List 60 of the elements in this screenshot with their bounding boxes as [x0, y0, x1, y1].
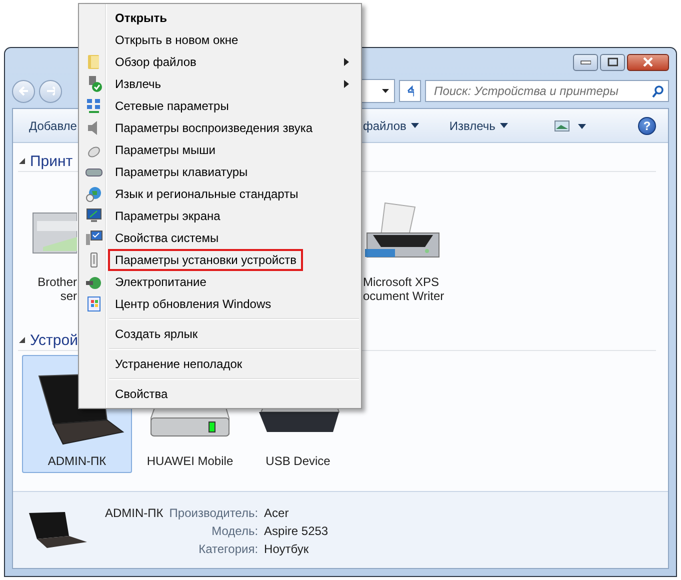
- property-value: Ноутбук: [264, 542, 310, 556]
- maximize-button[interactable]: [600, 54, 625, 70]
- device-label: ser: [60, 289, 77, 303]
- help-button[interactable]: ?: [638, 116, 656, 134]
- menu-item[interactable]: Свойства системы: [81, 227, 359, 249]
- back-button[interactable]: [12, 80, 35, 102]
- menu-item[interactable]: Открыть в новом окне: [81, 29, 359, 51]
- menu-item[interactable]: Извлечь: [81, 73, 359, 95]
- forward-arrow-icon: [46, 86, 55, 96]
- menu-item[interactable]: Язык и региональные стандарты: [81, 183, 359, 205]
- device-label: ADMIN-ПК: [48, 454, 106, 468]
- device-label: HUAWEI Mobile: [146, 454, 234, 468]
- maximize-icon: [607, 57, 618, 67]
- view-options-button[interactable]: [554, 120, 588, 132]
- toolbar-button[interactable]: Извлечь: [449, 118, 508, 132]
- property-label: Производитель:: [169, 506, 258, 520]
- forward-button[interactable]: [39, 80, 62, 102]
- property-label: Модель:: [210, 524, 258, 538]
- monitor-icon: [85, 207, 103, 225]
- toolbar-button[interactable]: Добавле: [29, 118, 77, 132]
- collapse-arrow-icon[interactable]: [18, 336, 26, 344]
- network-icon: [85, 97, 103, 115]
- menu-item[interactable]: Параметры клавиатуры: [81, 161, 359, 183]
- windows-update-icon: [85, 295, 103, 313]
- menu-item[interactable]: Открыть: [81, 7, 359, 29]
- menu-item[interactable]: Обзор файлов: [81, 51, 359, 73]
- menu-item[interactable]: Параметры мыши: [81, 139, 359, 161]
- property-value: Acer: [264, 506, 290, 520]
- search-field[interactable]: Поиск: Устройства и принтеры: [425, 80, 669, 102]
- device-label: Microsoft XPS: [363, 275, 440, 289]
- device-item[interactable]: Brother ser: [28, 198, 78, 304]
- globe-icon: [85, 185, 103, 203]
- property-label: Категория:: [198, 542, 258, 556]
- menu-item[interactable]: Электропитание: [81, 271, 359, 293]
- group-header: Принт: [30, 152, 73, 170]
- menu-item[interactable]: Параметры воспроизведения звука: [81, 117, 359, 139]
- highlight-frame: Параметры установки устройств: [108, 249, 304, 271]
- menu-item[interactable]: Параметры экрана: [81, 205, 359, 227]
- minimize-button[interactable]: [573, 54, 598, 70]
- close-button[interactable]: [627, 54, 669, 70]
- menu-item[interactable]: Создать ярлык: [81, 323, 359, 345]
- device-item[interactable]: Microsoft XPS ocument Writer: [362, 198, 446, 304]
- back-arrow-icon: [19, 86, 28, 96]
- menu-item[interactable]: Параметры установки устройств: [81, 249, 359, 271]
- menu-item[interactable]: Центр обновления Windows: [81, 293, 359, 315]
- group-header: Устрой: [30, 332, 78, 348]
- collapse-arrow-icon[interactable]: [18, 157, 26, 165]
- device-name: ADMIN-ПК: [105, 506, 164, 520]
- close-icon: [642, 57, 654, 67]
- toolbar-button[interactable]: файлов: [362, 118, 420, 132]
- refresh-button[interactable]: [399, 80, 421, 102]
- menu-item[interactable]: Сетевые параметры: [81, 95, 359, 117]
- device-label: USB Device: [266, 454, 330, 468]
- property-value: Aspire 5253: [264, 524, 328, 538]
- laptop-icon: [27, 511, 89, 549]
- computer-icon: [85, 229, 103, 247]
- search-icon: [652, 84, 664, 98]
- minimize-icon: [580, 59, 591, 65]
- device-label: Brother: [38, 275, 77, 289]
- device-label: ocument Writer: [363, 289, 444, 303]
